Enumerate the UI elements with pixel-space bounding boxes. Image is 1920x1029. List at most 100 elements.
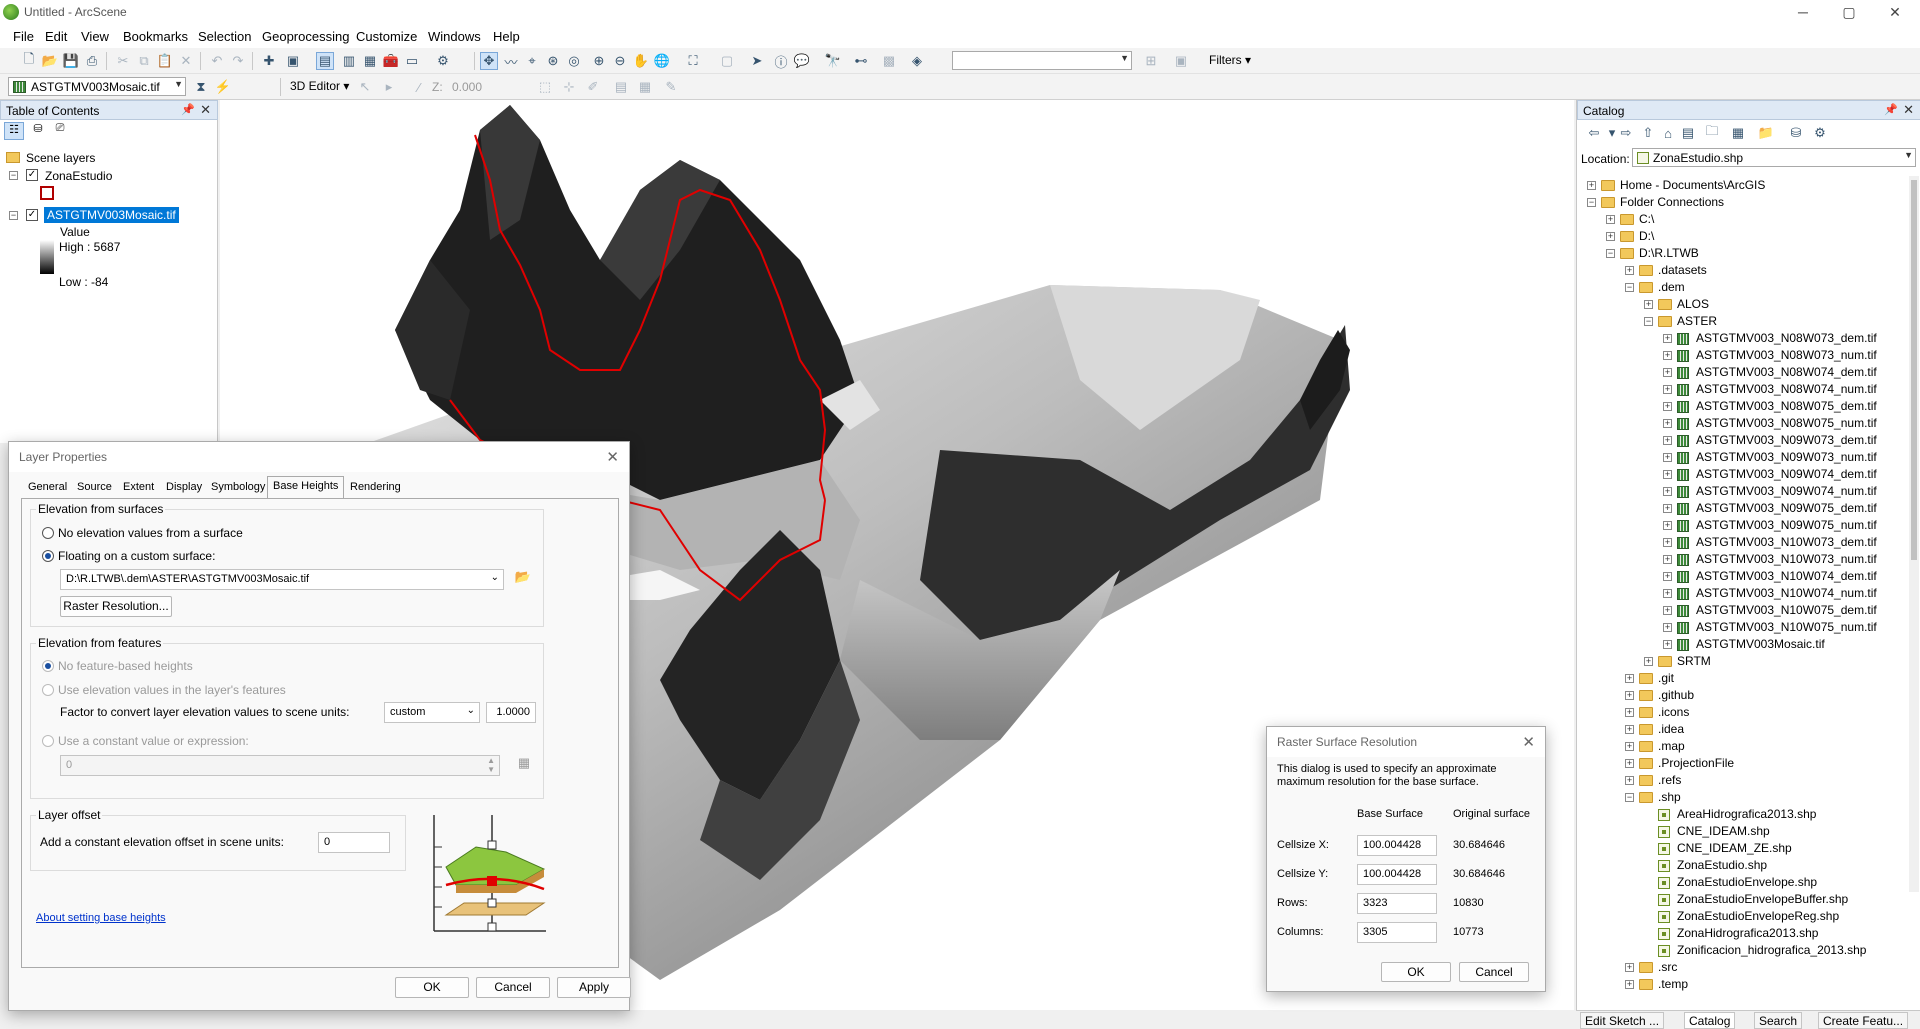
catalog-item[interactable]: .map: [1658, 739, 1685, 753]
tree-expander[interactable]: +: [1625, 776, 1634, 785]
tab-source[interactable]: Source: [72, 478, 117, 498]
catalog-item[interactable]: ASTGTMV003_N09W075_num.tif: [1696, 518, 1877, 532]
tree-expander[interactable]: +: [1663, 436, 1672, 445]
edit-tool-icon[interactable]: ↖: [356, 78, 374, 96]
select-elements-icon[interactable]: ➤: [748, 52, 766, 70]
layer-properties-ok-button[interactable]: OK: [395, 977, 469, 998]
connect-database-icon[interactable]: ⛁: [1787, 124, 1805, 142]
tree-expander[interactable]: +: [1606, 232, 1615, 241]
catalog-item[interactable]: ASTGTMV003_N10W073_dem.tif: [1696, 535, 1877, 549]
surface-path-select[interactable]: D:\R.LTWB\.dem\ASTER\ASTGTMV003Mosaic.ti…: [60, 569, 504, 590]
toc-close-icon[interactable]: ✕: [200, 102, 211, 118]
tree-expander[interactable]: +: [1644, 657, 1653, 666]
no-feature-heights-radio[interactable]: [42, 660, 54, 672]
paste-icon[interactable]: 📋: [156, 52, 174, 70]
catalog-item[interactable]: ASTGTMV003_N09W073_num.tif: [1696, 450, 1877, 464]
catalog-item[interactable]: SRTM: [1677, 654, 1711, 668]
tree-expander[interactable]: +: [1625, 963, 1634, 972]
tree-expander[interactable]: +: [1663, 504, 1672, 513]
filters-dropdown[interactable]: Filters ▾: [1209, 53, 1251, 67]
catalog-item[interactable]: ASTER: [1677, 314, 1717, 328]
tree-expander[interactable]: +: [1663, 640, 1672, 649]
tab-base-heights[interactable]: Base Heights: [267, 476, 345, 499]
zoom-out-icon[interactable]: ⊖: [611, 52, 629, 70]
tree-expander[interactable]: +: [1625, 691, 1634, 700]
close-button[interactable]: ✕: [1872, 0, 1918, 26]
search-window-icon[interactable]: ▦: [361, 52, 379, 70]
tree-expander[interactable]: −: [1587, 198, 1596, 207]
raster-resolution-close-icon[interactable]: ✕: [1522, 733, 1535, 751]
fly-tool-icon[interactable]: 〰: [502, 52, 520, 70]
raster-resolution-ok-button[interactable]: OK: [1381, 962, 1451, 982]
menu-geoprocessing[interactable]: Geoprocessing: [262, 29, 349, 44]
tree-expander[interactable]: −: [1606, 249, 1615, 258]
3d-effects-icon[interactable]: ◈: [908, 52, 926, 70]
tree-expander[interactable]: +: [1663, 521, 1672, 530]
catalog-item[interactable]: ASTGTMV003_N08W073_dem.tif: [1696, 331, 1877, 345]
z-value[interactable]: 0.000: [452, 80, 482, 94]
collapse-zonaestudio[interactable]: −: [9, 171, 18, 180]
navigate-tool-icon[interactable]: ✥: [480, 52, 498, 70]
tree-expander[interactable]: +: [1663, 538, 1672, 547]
tab-search[interactable]: Search: [1754, 1012, 1803, 1029]
catalog-item[interactable]: ASTGTMV003_N10W074_num.tif: [1696, 586, 1877, 600]
tree-expander[interactable]: +: [1625, 266, 1634, 275]
menu-edit[interactable]: Edit: [45, 29, 67, 44]
tab-rendering[interactable]: Rendering: [345, 478, 406, 498]
tab-general[interactable]: General: [23, 478, 72, 498]
swipe-icon[interactable]: ⧗: [192, 78, 210, 96]
undo-icon[interactable]: ↶: [208, 52, 226, 70]
catalog-item[interactable]: D:\R.LTWB: [1639, 246, 1699, 260]
3d-editor-menu[interactable]: 3D Editor ▾: [290, 79, 349, 93]
tree-expander[interactable]: +: [1663, 368, 1672, 377]
identify-icon[interactable]: ⓘ: [772, 52, 790, 70]
cut-icon[interactable]: ✂: [114, 52, 132, 70]
catalog-item[interactable]: ASTGTMV003_N10W073_num.tif: [1696, 552, 1877, 566]
center-on-target-icon[interactable]: ⌖: [523, 52, 541, 70]
constant-value-radio[interactable]: [42, 735, 54, 747]
flicker-icon[interactable]: ⚡: [214, 78, 232, 96]
tab-edit-sketch[interactable]: Edit Sketch ...: [1580, 1012, 1665, 1029]
pin-icon[interactable]: 📌: [181, 103, 195, 116]
catalog-item[interactable]: .github: [1658, 688, 1694, 702]
about-base-heights-link[interactable]: About setting base heights: [36, 912, 166, 924]
use-elevation-values-radio[interactable]: [42, 684, 54, 696]
cellsize-x-input[interactable]: 100.004428: [1357, 835, 1437, 856]
toc-layer-mosaic[interactable]: ASTGTMV003Mosaic.tif: [44, 207, 179, 223]
z-tool-icon[interactable]: ∕: [410, 78, 428, 96]
tree-expander[interactable]: +: [1663, 623, 1672, 632]
catalog-window-icon[interactable]: ▥: [340, 52, 358, 70]
tree-expander[interactable]: +: [1625, 708, 1634, 717]
tree-expander[interactable]: +: [1663, 572, 1672, 581]
catalog-item[interactable]: CNE_IDEAM.shp: [1677, 824, 1770, 838]
catalog-item[interactable]: ASTGTMV003_N10W075_dem.tif: [1696, 603, 1877, 617]
tree-expander[interactable]: +: [1625, 674, 1634, 683]
full-extent-icon[interactable]: 🌐: [653, 52, 671, 70]
collapse-mosaic[interactable]: −: [9, 211, 18, 220]
browse-folder-icon[interactable]: 📂: [512, 569, 534, 590]
catalog-item[interactable]: .datasets: [1658, 263, 1707, 277]
tree-expander[interactable]: +: [1663, 334, 1672, 343]
catalog-item[interactable]: C:\: [1639, 212, 1654, 226]
tab-extent[interactable]: Extent: [118, 478, 159, 498]
layer-properties-cancel-button[interactable]: Cancel: [476, 977, 550, 998]
catalog-item[interactable]: ASTGTMV003_N09W074_dem.tif: [1696, 467, 1877, 481]
forward-arrow-icon[interactable]: ⇨: [1617, 124, 1635, 142]
spinner-icon[interactable]: ▲ ▼: [487, 756, 495, 774]
toc-layer-zonaestudio[interactable]: ZonaEstudio: [45, 169, 112, 183]
catalog-item[interactable]: ASTGTMV003_N10W075_num.tif: [1696, 620, 1877, 634]
reshape-icon[interactable]: ⊹: [560, 78, 578, 96]
measure-icon[interactable]: ⊷: [852, 52, 870, 70]
toggle-contents-icon[interactable]: ▤: [1679, 124, 1697, 142]
toc-toggle-icon[interactable]: ▤: [316, 52, 334, 70]
clear-selection-icon[interactable]: ▢: [718, 52, 736, 70]
scene-search-combo[interactable]: ▼: [952, 51, 1132, 70]
scrollbar-thumb[interactable]: [1911, 180, 1917, 560]
html-popup-icon[interactable]: 💬: [793, 52, 811, 70]
list-by-visibility-icon[interactable]: ⎚: [50, 122, 70, 140]
tree-expander[interactable]: +: [1663, 385, 1672, 394]
catalog-item[interactable]: AreaHidrografica2013.shp: [1677, 807, 1816, 821]
catalog-scrollbar[interactable]: [1909, 176, 1919, 892]
menu-bookmarks[interactable]: Bookmarks: [123, 29, 188, 44]
tree-expander[interactable]: +: [1606, 215, 1615, 224]
